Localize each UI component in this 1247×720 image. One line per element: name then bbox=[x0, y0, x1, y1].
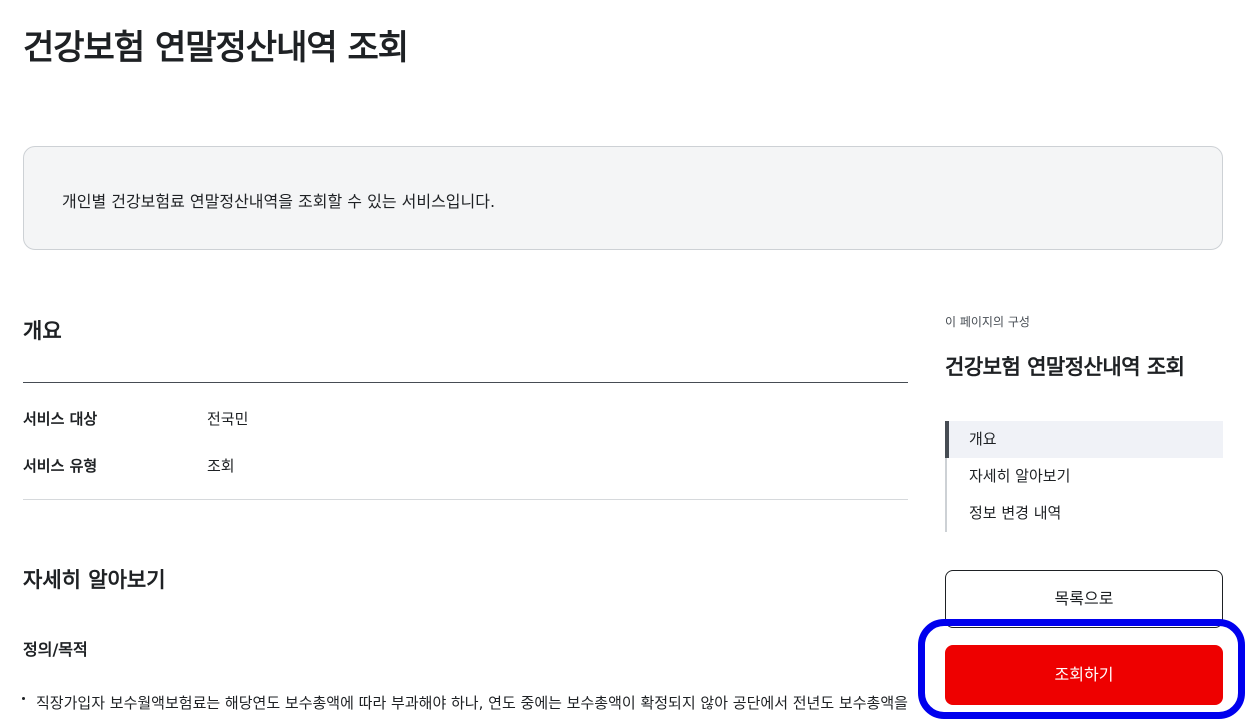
toc-nav: 개요 자세히 알아보기 정보 변경 내역 bbox=[945, 421, 1223, 532]
service-type-value: 조회 bbox=[207, 457, 235, 475]
back-to-list-button[interactable]: 목록으로 bbox=[945, 570, 1223, 628]
definition-body-text: 직장가입자 보수월액보험료는 해당연도 보수총액에 따라 부과해야 하나, 연도… bbox=[36, 694, 908, 712]
details-heading: 자세히 알아보기 bbox=[23, 568, 166, 592]
service-intro-box: 개인별 건강보험료 연말정산내역을 조회할 수 있는 서비스입니다. bbox=[23, 146, 1223, 250]
service-type-label: 서비스 유형 bbox=[23, 457, 98, 475]
overview-top-divider bbox=[23, 382, 908, 383]
overview-heading: 개요 bbox=[23, 319, 62, 343]
toc-item-change-history[interactable]: 정보 변경 내역 bbox=[947, 495, 1223, 532]
toc-title: 건강보험 연말정산내역 조회 bbox=[945, 355, 1185, 379]
toc-item-details[interactable]: 자세히 알아보기 bbox=[947, 458, 1223, 495]
toc-item-overview[interactable]: 개요 bbox=[945, 421, 1223, 458]
service-target-value: 전국민 bbox=[207, 410, 249, 428]
service-intro-text: 개인별 건강보험료 연말정산내역을 조회할 수 있는 서비스입니다. bbox=[62, 192, 496, 211]
page-title: 건강보험 연말정산내역 조회 bbox=[23, 28, 409, 68]
toc-caption: 이 페이지의 구성 bbox=[945, 315, 1030, 329]
service-target-label: 서비스 대상 bbox=[23, 410, 98, 428]
bullet-icon bbox=[22, 697, 25, 700]
definition-purpose-heading: 정의/목적 bbox=[23, 640, 88, 659]
query-button[interactable]: 조회하기 bbox=[945, 645, 1223, 705]
overview-bottom-divider bbox=[23, 499, 908, 500]
